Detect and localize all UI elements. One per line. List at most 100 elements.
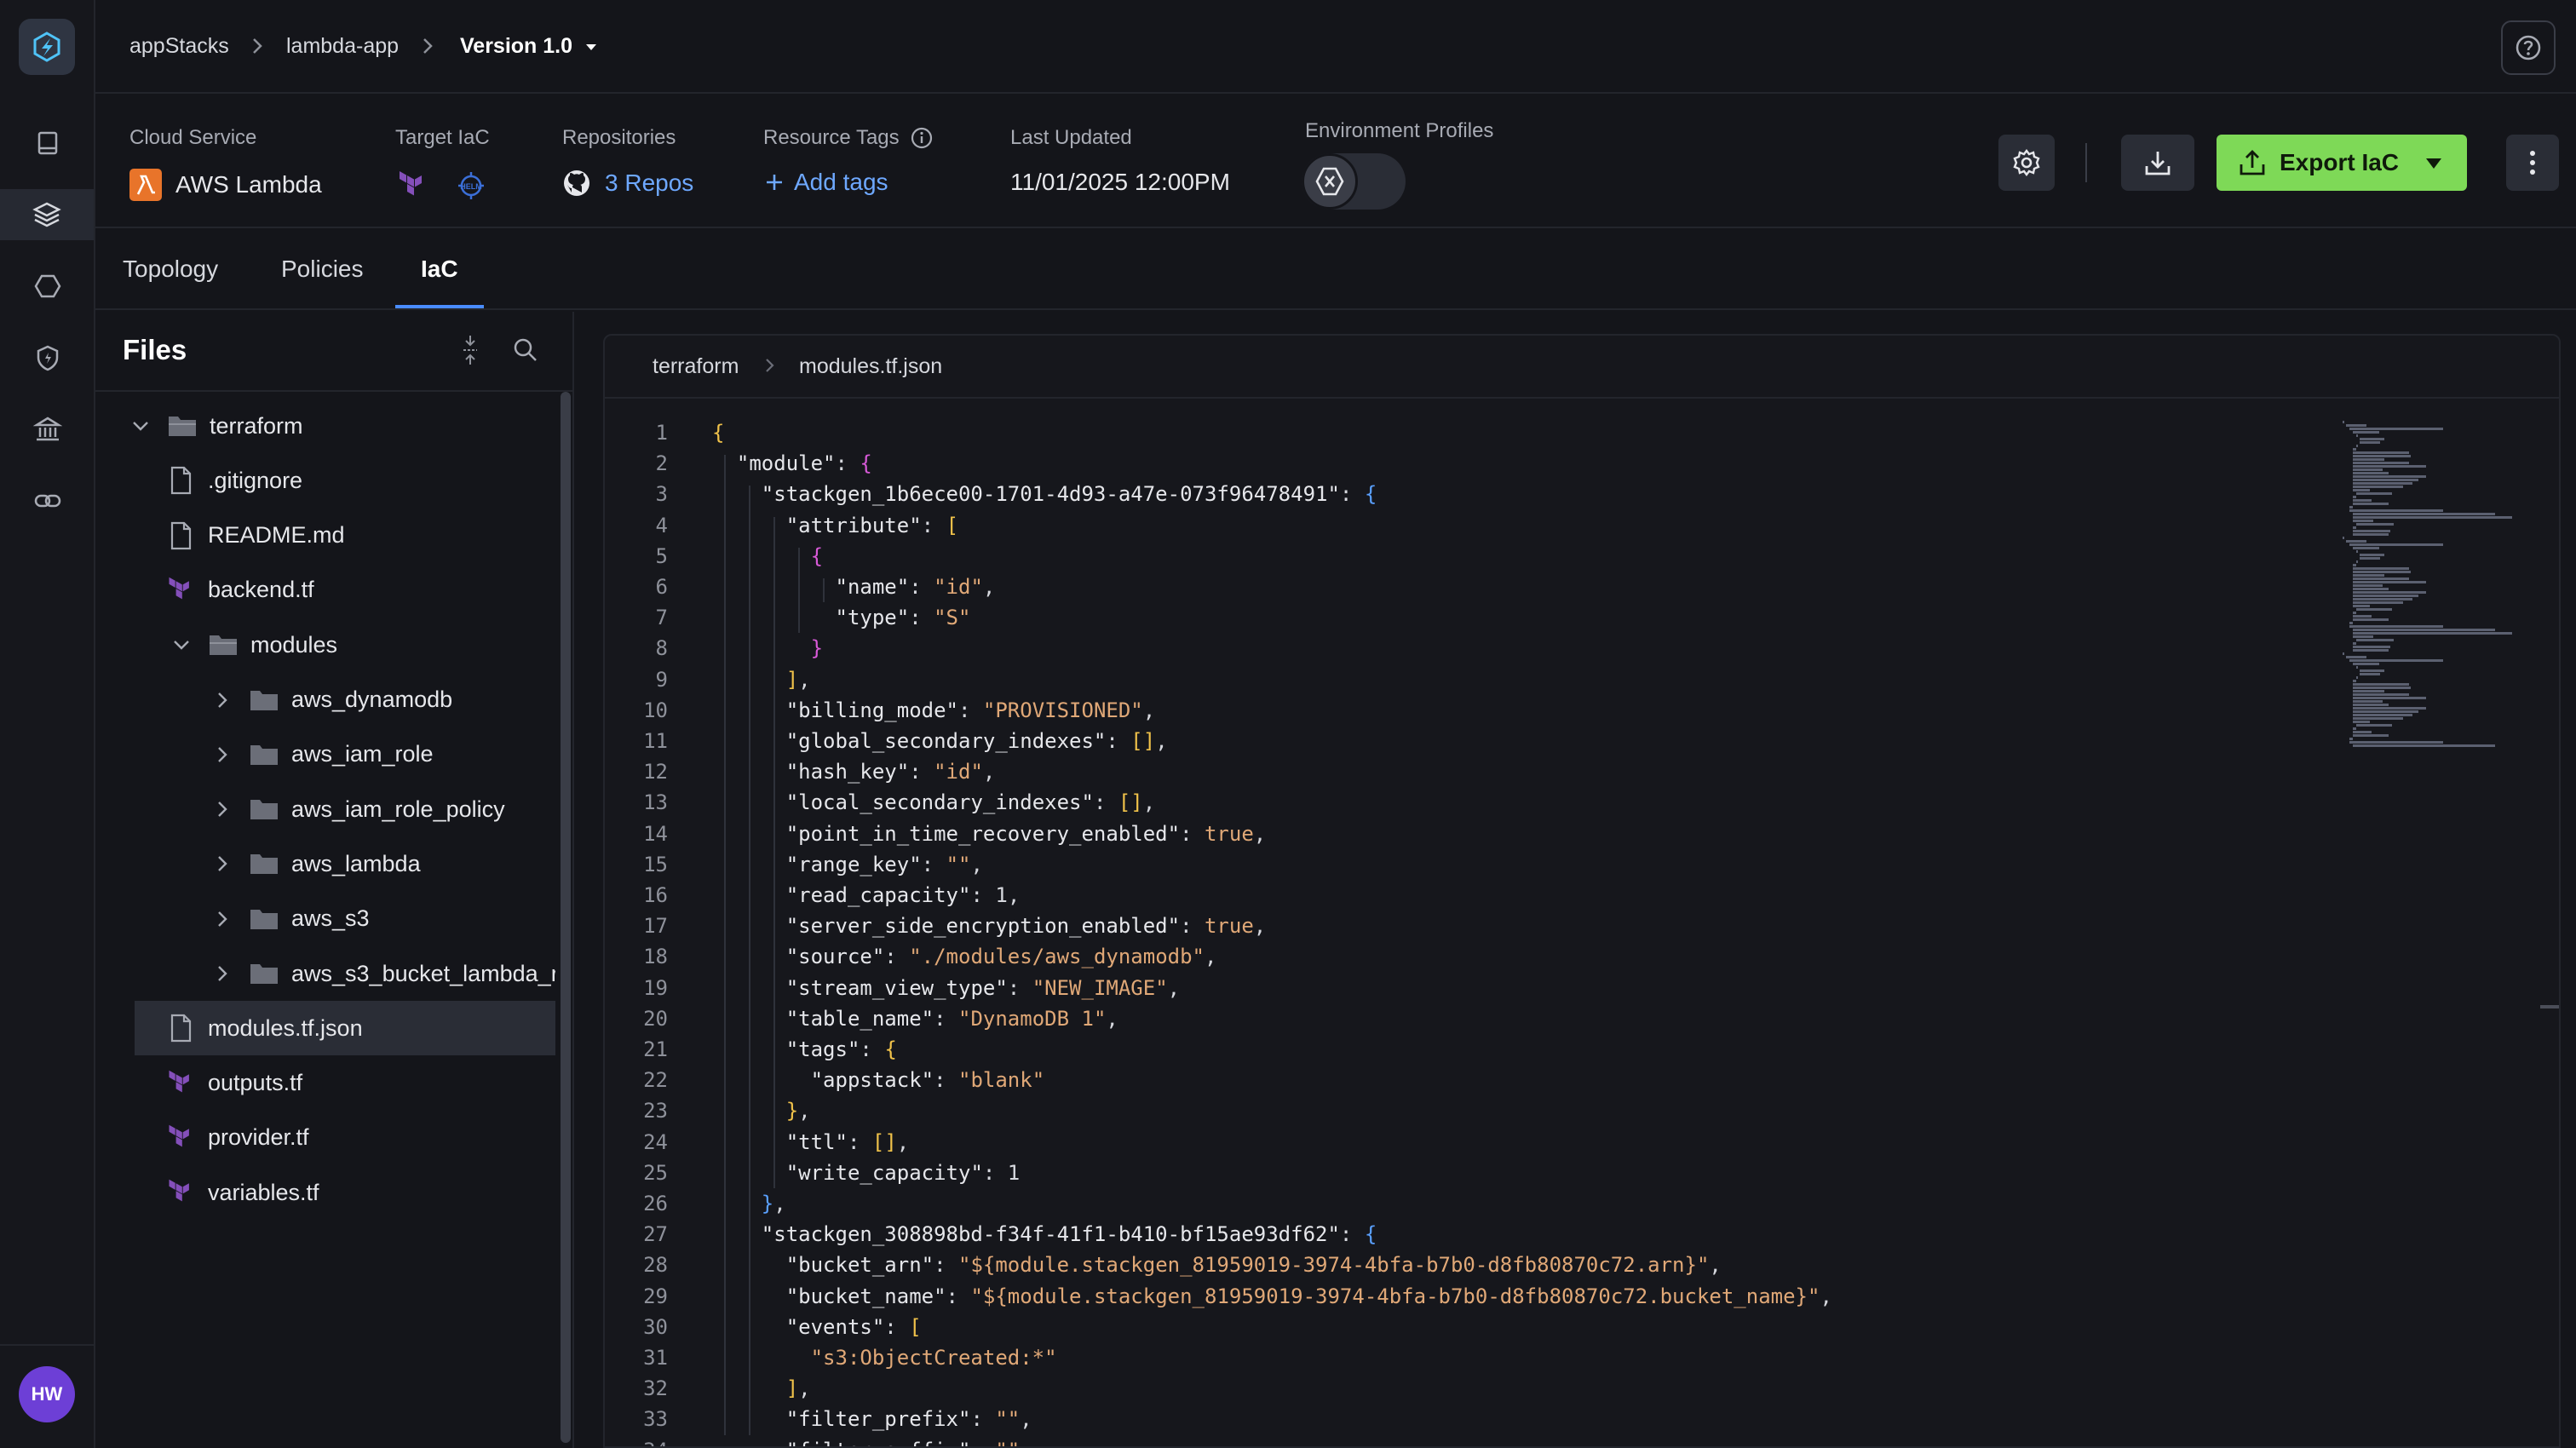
tree-folder-item[interactable]: aws_dynamodb: [95, 673, 555, 727]
chevron-right-icon[interactable]: [210, 906, 235, 932]
chevron-right-icon[interactable]: [210, 851, 235, 876]
line-source: },: [785, 1099, 811, 1123]
kebab-icon: [2530, 151, 2535, 175]
editor-breadcrumb-folder[interactable]: terraform: [653, 354, 739, 379]
editor-scroll-indicator[interactable]: [2540, 1005, 2559, 1008]
environment-profiles-toggle[interactable]: [1302, 153, 1406, 210]
minimap-line: [2343, 652, 2345, 655]
hexagon-icon[interactable]: [22, 261, 73, 312]
search-icon[interactable]: [511, 336, 540, 369]
tree-folder-item[interactable]: aws_s3_bucket_lambda_r: [95, 946, 555, 1001]
tree-file-item[interactable]: variables.tf: [95, 1165, 555, 1220]
breadcrumb-lambda-app[interactable]: lambda-app: [286, 34, 399, 59]
code-line: 10 "billing_mode": "PROVISIONED",: [605, 698, 2309, 729]
line-source: "s3:ObjectCreated:*": [810, 1346, 1057, 1370]
minimap-line: [2353, 714, 2413, 716]
help-button[interactable]: [2501, 20, 2556, 75]
minimap-line: [2356, 560, 2359, 563]
files-title: Files: [123, 334, 187, 365]
tree-file-item[interactable]: outputs.tf: [95, 1056, 555, 1111]
link-icon[interactable]: [22, 475, 73, 526]
line-number: 4: [655, 513, 668, 537]
minimap-line: [2353, 475, 2426, 478]
minimap-line: [2349, 659, 2443, 662]
download-button[interactable]: [2121, 135, 2194, 191]
last-updated-label: Last Updated: [1010, 126, 1132, 149]
tree-folder-item[interactable]: aws_iam_role: [95, 727, 555, 782]
minimap-line: [2353, 687, 2412, 689]
tree-folder-item[interactable]: aws_iam_role_policy: [95, 782, 555, 836]
settings-button[interactable]: [1998, 135, 2055, 191]
minimap-line: [2353, 564, 2357, 566]
layers-icon[interactable]: [0, 189, 94, 240]
minimap-line: [2353, 431, 2379, 434]
chevron-right-icon[interactable]: [210, 687, 235, 713]
caret-down-icon[interactable]: [2424, 157, 2443, 170]
files-scrollbar[interactable]: [561, 392, 571, 1443]
line-number: 30: [643, 1314, 668, 1339]
tree-file-item[interactable]: provider.tf: [95, 1111, 555, 1165]
folder-icon: [249, 904, 279, 934]
book-icon[interactable]: [22, 118, 73, 169]
minimap-line: [2353, 601, 2404, 604]
minimap-line: [2353, 499, 2372, 502]
app-logo-icon[interactable]: [19, 19, 75, 75]
chevron-right-icon[interactable]: [210, 742, 235, 767]
more-options-button[interactable]: [2506, 135, 2559, 191]
info-icon[interactable]: [910, 126, 934, 150]
user-avatar[interactable]: HW: [19, 1366, 75, 1422]
chevron-right-icon[interactable]: [210, 796, 235, 822]
minimap-line: [2349, 509, 2443, 512]
chevron-down-icon[interactable]: [169, 632, 194, 658]
minimap-line: [2353, 663, 2379, 665]
left-rail: HW: [0, 0, 95, 1448]
minimap-line: [2353, 615, 2372, 618]
shield-icon[interactable]: [22, 332, 73, 383]
line-number: 20: [643, 1006, 668, 1031]
tree-file-item[interactable]: backend.tf: [95, 563, 555, 618]
add-tags-button[interactable]: Add tags: [763, 169, 888, 196]
code-line: 29 "bucket_name": "${module.stackgen_819…: [605, 1284, 2309, 1315]
line-source: "local_secondary_indexes": [],: [785, 790, 1156, 815]
code-line: 30 "events": [: [605, 1315, 2309, 1346]
tree-folder-item[interactable]: aws_lambda: [95, 836, 555, 891]
tree-file-item[interactable]: .gitignore: [95, 453, 555, 508]
line-number: 10: [643, 698, 668, 722]
line-source: "server_side_encryption_enabled": true,: [785, 914, 1267, 939]
minimap-line: [2353, 496, 2357, 498]
line-source: "tags": {: [785, 1037, 897, 1061]
code-line: 21 "tags": {: [605, 1037, 2309, 1068]
tree-folder-item[interactable]: modules: [95, 618, 555, 672]
tree-folder-item[interactable]: aws_s3: [95, 892, 555, 946]
minimap-line: [2353, 455, 2412, 457]
editor-minimap[interactable]: [2343, 421, 2547, 761]
minimap-line: [2353, 533, 2389, 536]
minimap-line: [2353, 632, 2512, 635]
line-number: 32: [643, 1376, 668, 1401]
tree-file-item[interactable]: README.md: [95, 509, 555, 563]
minimap-line: [2353, 451, 2409, 454]
line-number: 9: [655, 667, 668, 692]
line-number: 29: [643, 1284, 668, 1308]
last-updated-value: 11/01/2025 12:00PM: [1010, 169, 1230, 195]
line-number: 18: [643, 945, 668, 969]
tree-folder-item[interactable]: terraform: [95, 399, 555, 453]
bank-icon[interactable]: [22, 404, 73, 455]
tab-iac[interactable]: IaC: [395, 256, 484, 308]
tab-policies[interactable]: Policies: [281, 256, 363, 308]
chevron-down-icon[interactable]: [128, 413, 153, 439]
version-selector[interactable]: Version 1.0: [460, 34, 599, 59]
minimap-line: [2353, 734, 2389, 737]
code-line: 13 "local_secondary_indexes": [],: [605, 790, 2309, 821]
export-iac-button[interactable]: Export IaC: [2217, 135, 2467, 191]
files-panel: Files terraform .gitignore README.md backen…: [95, 312, 574, 1448]
repositories-link[interactable]: 3 Repos: [562, 169, 693, 198]
collapse-all-icon[interactable]: [457, 334, 484, 371]
breadcrumb-appstacks[interactable]: appStacks: [129, 34, 229, 59]
editor-breadcrumb-file[interactable]: modules.tf.json: [799, 354, 942, 379]
tree-file-item[interactable]: modules.tf.json: [135, 1001, 555, 1056]
line-source: {: [810, 543, 824, 568]
tab-topology[interactable]: Topology: [123, 256, 218, 308]
chevron-right-icon[interactable]: [210, 961, 235, 986]
minimap-line: [2356, 492, 2392, 495]
